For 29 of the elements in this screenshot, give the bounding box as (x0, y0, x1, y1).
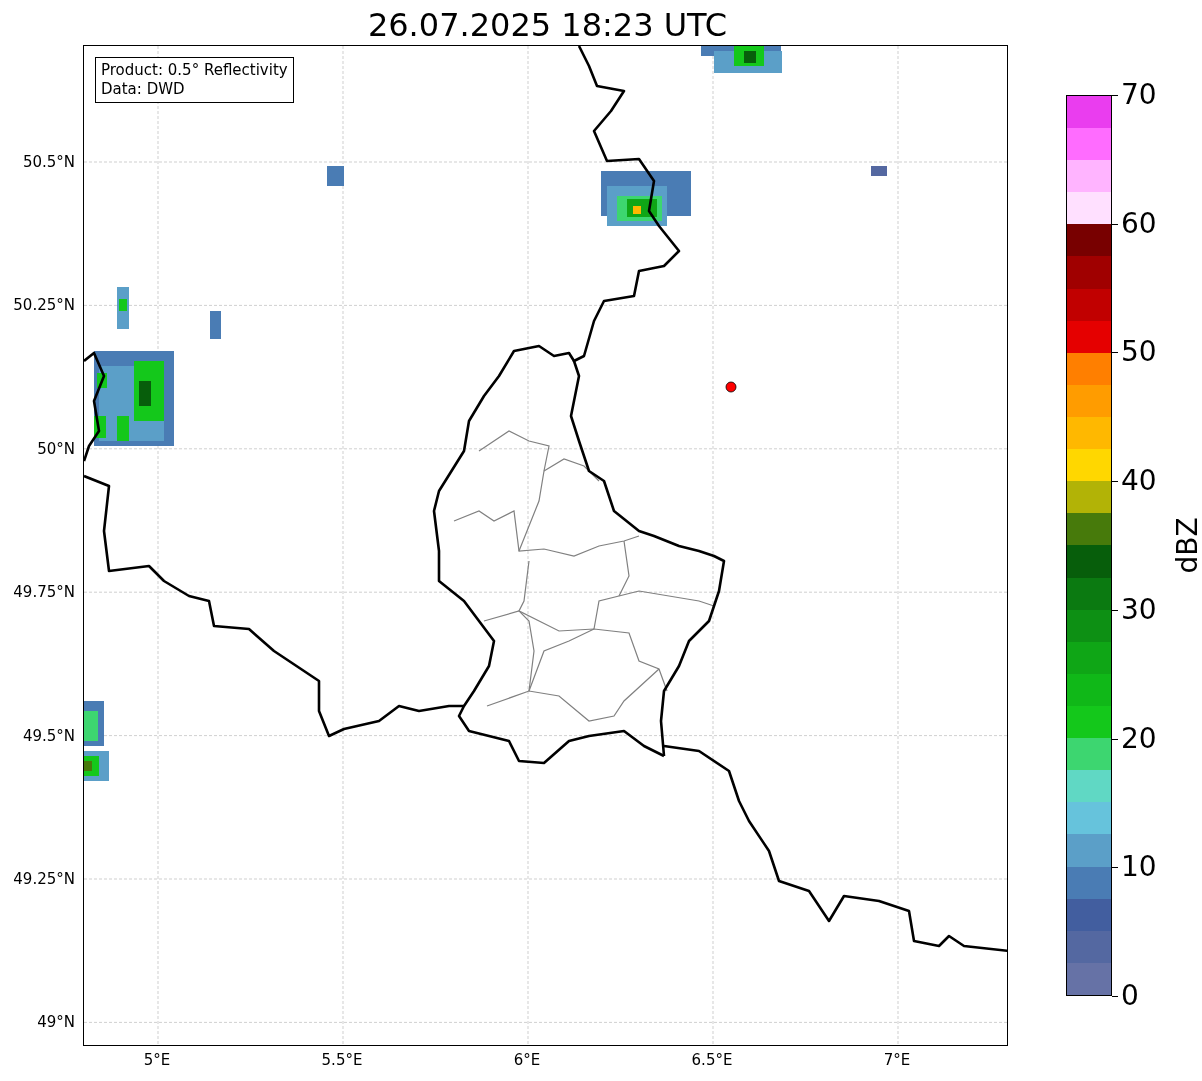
chart-title: 26.07.2025 18:23 UTC (366, 5, 729, 45)
colorbar-tick-label: 0 (1112, 980, 1139, 1012)
legend-text: Product: 0.5° Reflectivity (101, 61, 288, 80)
location-marker (725, 381, 737, 393)
colorbar-label: dBZ (1170, 517, 1202, 574)
radar-echo (210, 311, 221, 339)
latitude-label: 49.25°N (13, 870, 75, 888)
colorbar-tick-label: 50 (1112, 336, 1157, 369)
colorbar-tick-label: 30 (1112, 593, 1157, 626)
radar-echo (117, 287, 129, 329)
radar-echo (327, 166, 344, 186)
latitude-label: 49.5°N (22, 726, 75, 745)
latitude-label: 50.5°N (22, 153, 75, 171)
longitude-label: 7°E (883, 1051, 911, 1069)
colorbar-tick-label: 40 (1112, 465, 1157, 498)
longitude-label: 6.5°E (691, 1051, 733, 1069)
latitude-label: 49.75°N (13, 583, 75, 602)
latitude-label: 50.25°N (13, 296, 75, 315)
longitude-label: 5.5°E (321, 1051, 363, 1069)
colorbar-tick-label: 10 (1112, 851, 1157, 884)
colorbar-tick-label: 20 (1112, 722, 1157, 755)
longitude-label: 5°E (143, 1051, 171, 1069)
latitude-label: 50°N (37, 439, 75, 458)
colorbar-tick-label: 70 (1112, 79, 1157, 111)
legend-text: Data: DWD (101, 80, 186, 99)
longitude-label: 6°E (513, 1051, 541, 1069)
latitude-label: 49°N (37, 1013, 75, 1032)
colorbar-tick-label: 60 (1112, 207, 1157, 240)
radar-echo (871, 166, 887, 176)
